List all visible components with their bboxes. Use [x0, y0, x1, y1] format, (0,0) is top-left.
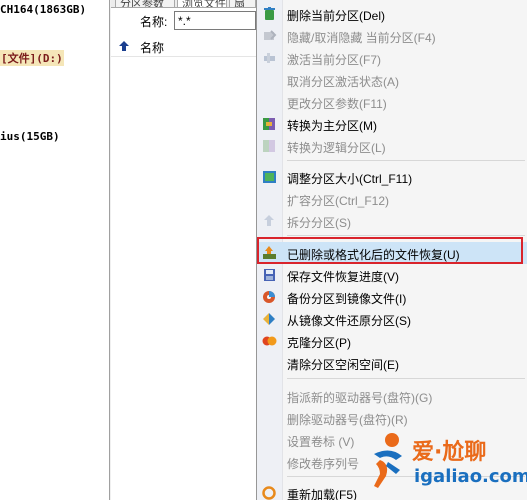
column-header-name[interactable]: 名称	[140, 39, 164, 56]
menu-item-label: 清除分区空闲空间(E)	[287, 358, 399, 372]
menu-item-label: 保存文件恢复进度(V)	[287, 270, 399, 284]
file-list-header: 名称	[111, 35, 256, 57]
menu-item-label: 重新加载(F5)	[287, 488, 357, 500]
menu-item-label: 转换为主分区(M)	[287, 119, 377, 133]
disk-tree-panel: CH164(1863GB) [文件](D:) ius(15GB)	[0, 0, 110, 500]
tab-sector-editor[interactable]: 扇	[229, 0, 256, 7]
split-icon	[264, 215, 274, 226]
menu-item-label: 更改分区参数(F11)	[287, 97, 387, 111]
menu-item-label: 隐藏/取消隐藏 当前分区(F4)	[287, 31, 436, 45]
menu-item-change-params[interactable]: 更改分区参数(F11)	[257, 91, 527, 113]
activate-icon	[264, 53, 275, 63]
menu-item-wipe-free-space[interactable]: 清除分区空闲空间(E)	[257, 352, 527, 374]
convert-logical-icon	[263, 140, 275, 152]
menu-item-label: 取消分区激活状态(A)	[287, 75, 399, 89]
menu-item-recover-deleted-files[interactable]: 已删除或格式化后的文件恢复(U)	[257, 242, 527, 264]
file-browse-panel: 分区参数 浏览文件 扇 名称: 名称	[111, 0, 256, 500]
tab-browse-files[interactable]: 浏览文件	[177, 0, 227, 7]
clone-icon	[262, 336, 277, 346]
menu-item-extend-partition[interactable]: 扩容分区(Ctrl_F12)	[257, 188, 527, 210]
menu-item-label: 删除当前分区(Del)	[287, 9, 385, 23]
watermark-mascot-icon	[374, 433, 402, 488]
menu-item-activate-partition[interactable]: 激活当前分区(F7)	[257, 47, 527, 69]
menu-item-label: 设置卷标 (V)	[287, 435, 355, 449]
disk-node-hd1[interactable]: CH164(1863GB)	[0, 3, 86, 16]
menu-item-label: 修改卷序列号	[287, 457, 360, 471]
menu-item-label: 指派新的驱动器号(盘符)(G)	[287, 391, 433, 405]
partition-context-menu: 删除当前分区(Del) 隐藏/取消隐藏 当前分区(F4) 激活当前分区(F7) …	[256, 0, 527, 500]
watermark-url-text: igaliao.com	[414, 466, 527, 487]
partition-node-d[interactable]: [文件](D:)	[0, 50, 64, 66]
convert-primary-icon	[263, 118, 275, 130]
tab-strip: 分区参数 浏览文件 扇	[111, 0, 256, 8]
menu-item-assign-drive-letter[interactable]: 指派新的驱动器号(盘符)(G)	[257, 385, 527, 407]
menu-item-split-partition[interactable]: 拆分分区(S)	[257, 210, 527, 232]
menu-item-resize-partition[interactable]: 调整分区大小(Ctrl_F11)	[257, 166, 527, 188]
tab-partition-params[interactable]: 分区参数	[115, 0, 175, 7]
menu-item-label: 扩容分区(Ctrl_F12)	[287, 194, 390, 208]
menu-item-convert-logical[interactable]: 转换为逻辑分区(L)	[257, 135, 527, 157]
watermark-cn-text: 爱·尬聊	[412, 440, 487, 465]
name-filter-label: 名称:	[140, 15, 168, 29]
menu-item-label: 已删除或格式化后的文件恢复(U)	[287, 248, 460, 262]
menu-item-label: 转换为逻辑分区(L)	[287, 141, 386, 155]
resize-icon	[263, 171, 276, 183]
menu-separator	[287, 235, 525, 236]
menu-item-label: 备份分区到镜像文件(I)	[287, 292, 407, 306]
menu-item-remove-drive-letter[interactable]: 删除驱动器号(盘符)(R)	[257, 407, 527, 429]
menu-item-deactivate-partition[interactable]: 取消分区激活状态(A)	[257, 69, 527, 91]
menu-item-label: 调整分区大小(Ctrl_F11)	[287, 172, 413, 186]
menu-item-convert-primary[interactable]: 转换为主分区(M)	[257, 113, 527, 135]
menu-item-label: 拆分分区(S)	[287, 216, 351, 230]
menu-item-label: 删除驱动器号(盘符)(R)	[287, 413, 408, 427]
name-filter-input[interactable]	[174, 11, 256, 30]
menu-item-delete-partition[interactable]: 删除当前分区(Del)	[257, 3, 527, 25]
backup-icon	[263, 291, 275, 303]
hide-icon	[264, 30, 277, 40]
menu-item-label: 激活当前分区(F7)	[287, 53, 381, 67]
disk-node-hd2[interactable]: ius(15GB)	[0, 130, 60, 143]
watermark: 爱·尬聊 igaliao.com	[366, 430, 527, 492]
up-folder-icon[interactable]	[118, 40, 130, 52]
menu-item-label: 从镜像文件还原分区(S)	[287, 314, 411, 328]
save-icon	[264, 269, 275, 281]
menu-separator	[287, 160, 525, 161]
menu-item-backup-to-image[interactable]: 备份分区到镜像文件(I)	[257, 286, 527, 308]
reload-icon	[262, 486, 276, 500]
menu-item-hide-partition[interactable]: 隐藏/取消隐藏 当前分区(F4)	[257, 25, 527, 47]
menu-item-clone-partition[interactable]: 克隆分区(P)	[257, 330, 527, 352]
restore-icon	[263, 313, 275, 325]
recover-icon	[263, 246, 276, 259]
menu-item-save-recovery-progress[interactable]: 保存文件恢复进度(V)	[257, 264, 527, 286]
menu-item-restore-from-image[interactable]: 从镜像文件还原分区(S)	[257, 308, 527, 330]
menu-item-label: 克隆分区(P)	[287, 336, 351, 350]
recycle-bin-icon	[264, 7, 275, 20]
menu-separator	[287, 378, 525, 379]
